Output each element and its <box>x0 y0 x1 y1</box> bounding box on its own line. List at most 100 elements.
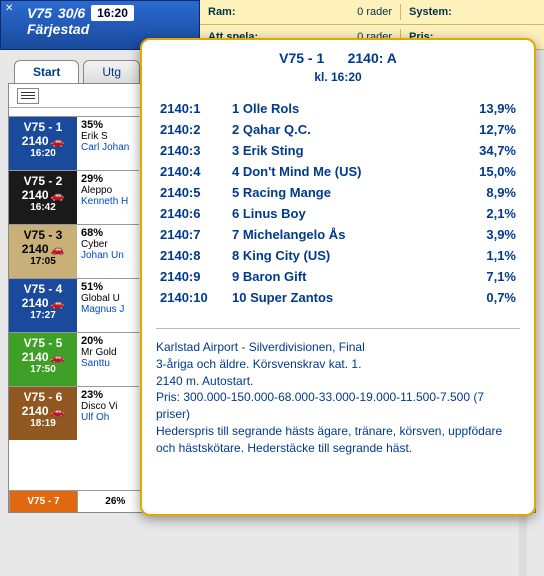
row-pct: 12,7% <box>452 122 516 137</box>
race-pct: 35% <box>81 119 135 131</box>
popup-title-right: 2140: A <box>348 50 397 66</box>
race-driver: Magnus J <box>81 304 135 315</box>
race-head[interactable]: V75 - 22140 🚗16:42 <box>9 171 77 224</box>
race-info: 23%Disco ViUlf Oh <box>77 387 139 440</box>
race-horse: Cyber <box>81 239 135 250</box>
race-box[interactable]: V75 - 42140 🚗17:2751%Global UMagnus J <box>9 278 139 332</box>
race-horse: Disco Vi <box>81 401 135 412</box>
race-info-line3: 2140 m. Autostart. <box>156 373 520 390</box>
row-name: 2 Qahar Q.C. <box>232 122 452 137</box>
race-box[interactable]: V75 - 52140 🚗17:50 20%Mr GoldSanttu <box>9 332 139 386</box>
tab-start[interactable]: Start <box>14 60 79 83</box>
car-icon: 🚗 <box>51 189 65 202</box>
race-dist: 2140 🚗 <box>22 404 64 418</box>
row-pct: 13,9% <box>452 101 516 116</box>
race-driver: Santtu <box>81 358 135 369</box>
race-head[interactable]: V75 - 32140 🚗17:05 <box>9 225 77 278</box>
close-icon[interactable]: ✕ <box>5 3 13 14</box>
race-driver: Carl Johan <box>81 142 135 153</box>
race-head[interactable]: V75 - 42140 🚗17:27 <box>9 279 77 332</box>
race-horse: Mr Gold <box>81 347 135 358</box>
tab-utg[interactable]: Utg <box>83 60 140 83</box>
row-id: 2140:6 <box>160 206 232 221</box>
row-id: 2140:9 <box>160 269 232 284</box>
race-box[interactable]: V75 - 62140 🚗18:1923%Disco ViUlf Oh <box>9 386 139 440</box>
popup-row[interactable]: 2140:1010 Super Zantos0,7% <box>156 287 520 308</box>
race-time: 16:42 <box>30 202 56 213</box>
row-name: 3 Erik Sting <box>232 143 452 158</box>
car-icon: 🚗 <box>51 243 65 256</box>
race-id: V75 - 4 <box>24 282 63 296</box>
race-head[interactable]: V75 - 52140 🚗17:50 <box>9 333 77 386</box>
popup-row[interactable]: 2140:88 King City (US)1,1% <box>156 245 520 266</box>
popup-row[interactable]: 2140:44 Don't Mind Me (US)15,0% <box>156 161 520 182</box>
row-pct: 7,1% <box>452 269 516 284</box>
race-head[interactable]: V75 - 12140 🚗16:20 <box>9 117 77 170</box>
race-info: 68%CyberJohan Un <box>77 225 139 278</box>
popup-row[interactable]: 2140:33 Erik Sting34,7% <box>156 140 520 161</box>
race-horse: Aleppo <box>81 185 135 196</box>
race-info-line2: 3-åriga och äldre. Körsvenskrav kat. 1. <box>156 356 520 373</box>
game-label: V75 <box>27 5 52 21</box>
car-icon: 🚗 <box>51 351 65 364</box>
race-header-7[interactable]: V75 - 7 <box>9 490 77 512</box>
row-name: 5 Racing Mange <box>232 185 452 200</box>
row-id: 2140:8 <box>160 248 232 263</box>
popup-row[interactable]: 2140:77 Michelangelo Ås3,9% <box>156 224 520 245</box>
row-id: 2140:7 <box>160 227 232 242</box>
popup-subtitle: kl. 16:20 <box>156 70 520 84</box>
race-box[interactable]: V75 - 12140 🚗16:2035%Erik SCarl Johan <box>9 116 139 170</box>
popup-row[interactable]: 2140:22 Qahar Q.C.12,7% <box>156 119 520 140</box>
race-pct: 20% <box>81 335 135 347</box>
row-id: 2140:5 <box>160 185 232 200</box>
row-name: 6 Linus Boy <box>232 206 452 221</box>
row-id: 2140:4 <box>160 164 232 179</box>
race-horse: Global U <box>81 293 135 304</box>
popup-info: Karlstad Airport - Silverdivisionen, Fin… <box>156 339 520 457</box>
race-id: V75 - 3 <box>24 228 63 242</box>
race-time: 17:05 <box>30 256 56 267</box>
race-time: 16:20 <box>30 148 56 159</box>
row-name: 9 Baron Gift <box>232 269 452 284</box>
car-icon: 🚗 <box>51 297 65 310</box>
race-id: V75 - 6 <box>24 390 63 404</box>
list-view-icon[interactable] <box>17 88 39 104</box>
row-name: 8 King City (US) <box>232 248 452 263</box>
race-time: 18:19 <box>30 418 56 429</box>
race-info: 35%Erik SCarl Johan <box>77 117 139 170</box>
car-icon: 🚗 <box>51 135 65 148</box>
race-info-line5: Hederspris till segrande hästs ägare, tr… <box>156 423 520 457</box>
race-dist: 2140 🚗 <box>22 296 64 310</box>
race-pct: 29% <box>81 173 135 185</box>
row-name: 10 Super Zantos <box>232 290 452 305</box>
row-id: 2140:3 <box>160 143 232 158</box>
race-info: 29%AleppoKenneth H <box>77 171 139 224</box>
row-id: 2140:2 <box>160 122 232 137</box>
race-detail-popup: V75 - 1 2140: A kl. 16:20 2140:11 Olle R… <box>140 38 536 516</box>
divider <box>156 328 520 329</box>
game-date: 30/6 <box>58 5 85 21</box>
car-icon: 🚗 <box>51 405 65 418</box>
row-pct: 0,7% <box>452 290 516 305</box>
row-pct: 3,9% <box>452 227 516 242</box>
popup-row[interactable]: 2140:66 Linus Boy2,1% <box>156 203 520 224</box>
race-dist: 2140 🚗 <box>22 134 64 148</box>
popup-row[interactable]: 2140:99 Baron Gift7,1% <box>156 266 520 287</box>
race-time: 17:27 <box>30 310 56 321</box>
row-name: 7 Michelangelo Ås <box>232 227 452 242</box>
row-pct: 15,0% <box>452 164 516 179</box>
game-time: 16:20 <box>91 5 134 21</box>
race-box[interactable]: V75 - 32140 🚗17:0568%CyberJohan Un <box>9 224 139 278</box>
system-label: System: <box>400 4 470 20</box>
track-name: Färjestad <box>27 21 191 37</box>
popup-title-left: V75 - 1 <box>279 50 324 66</box>
race-dist: 2140 🚗 <box>22 188 64 202</box>
race-box[interactable]: V75 - 22140 🚗16:4229%AleppoKenneth H <box>9 170 139 224</box>
race-head[interactable]: V75 - 62140 🚗18:19 <box>9 387 77 440</box>
race-horse: Erik S <box>81 131 135 142</box>
popup-row[interactable]: 2140:11 Olle Rols13,9% <box>156 98 520 119</box>
race-id: V75 - 2 <box>24 174 63 188</box>
popup-row[interactable]: 2140:55 Racing Mange8,9% <box>156 182 520 203</box>
row-pct: 34,7% <box>452 143 516 158</box>
ram-value: 0 rader <box>290 4 400 20</box>
